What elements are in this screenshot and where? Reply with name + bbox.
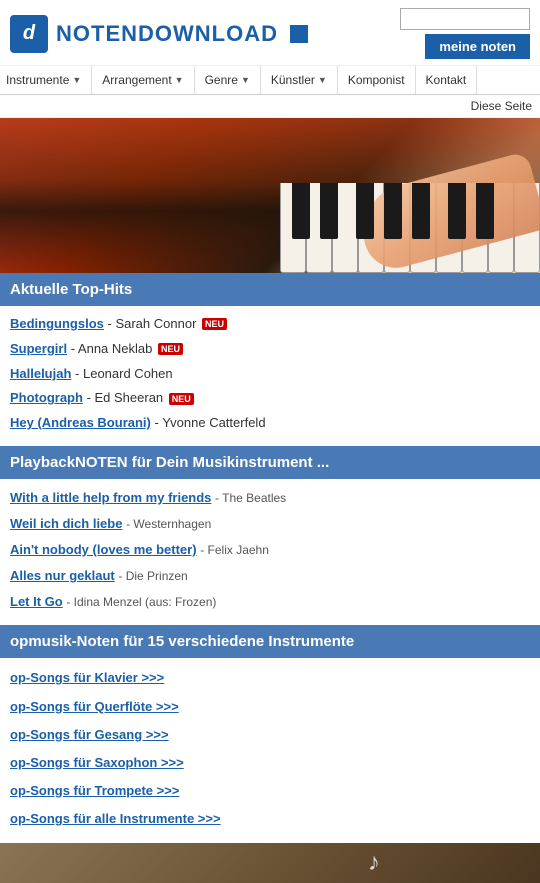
chevron-down-icon: ▼ — [72, 75, 81, 85]
chevron-down-icon: ▼ — [175, 75, 184, 85]
klavier-link[interactable]: op-Songs für Klavier >>> — [10, 670, 164, 685]
nav-label-komponist: Komponist — [348, 73, 405, 87]
neu-badge: NEU — [202, 318, 227, 330]
song-title-aint[interactable]: Ain't nobody (loves me better) — [10, 542, 197, 557]
list-item: op-Songs für Gesang >>> — [10, 721, 530, 749]
nav-item-kuenstler[interactable]: Künstler ▼ — [261, 66, 338, 94]
song-title-letitgo[interactable]: Let It Go — [10, 594, 63, 609]
playback-header: PlaybackNOTEN für Dein Musikinstrument .… — [0, 446, 540, 479]
piano-black-key — [476, 183, 494, 239]
song-title-hallelujah[interactable]: Hallelujah — [10, 366, 71, 381]
page-header: d NOTENDOWNLOAD meine noten — [0, 0, 540, 66]
song-title-photograph[interactable]: Photograph — [10, 390, 83, 405]
bottom-image-strip — [0, 843, 540, 883]
piano-black-key — [412, 183, 430, 239]
gesang-link[interactable]: op-Songs für Gesang >>> — [10, 727, 169, 742]
song-artist: - Yvonne Catterfeld — [155, 415, 266, 430]
list-item: op-Songs für alle Instrumente >>> — [10, 805, 530, 833]
nav-label-arrangement: Arrangement — [102, 73, 171, 87]
list-item: Hey (Andreas Bourani) - Yvonne Catterfel… — [10, 411, 530, 436]
nav-item-arrangement[interactable]: Arrangement ▼ — [92, 66, 194, 94]
chevron-down-icon: ▼ — [318, 75, 327, 85]
instruments-header: opmusik-Noten für 15 verschiedene Instru… — [0, 625, 540, 658]
song-title-bedingungslos[interactable]: Bedingungslos — [10, 316, 104, 331]
nav-item-komponist[interactable]: Komponist — [338, 66, 416, 94]
song-artist: - Sarah Connor — [108, 316, 201, 331]
nav-label-genre: Genre — [205, 73, 238, 87]
piano-black-key — [320, 183, 338, 239]
song-artist: - Leonard Cohen — [75, 366, 173, 381]
querflote-link[interactable]: op-Songs für Querflöte >>> — [10, 699, 179, 714]
list-item: With a little help from my friends - The… — [10, 485, 530, 511]
list-item: Photograph - Ed Sheeran NEU — [10, 386, 530, 411]
nav-label-kuenstler: Künstler — [271, 73, 315, 87]
nav-label-kontakt: Kontakt — [426, 73, 467, 87]
list-item: Weil ich dich liebe - Westernhagen — [10, 511, 530, 537]
instruments-content: op-Songs für Klavier >>> op-Songs für Qu… — [0, 658, 540, 843]
piano-black-key — [448, 183, 466, 239]
list-item: op-Songs für Saxophon >>> — [10, 749, 530, 777]
song-title-beatles[interactable]: With a little help from my friends — [10, 490, 211, 505]
neu-badge: NEU — [158, 343, 183, 355]
logo-area: d NOTENDOWNLOAD — [10, 15, 308, 53]
nav-item-instrumente[interactable]: Instrumente ▼ — [0, 66, 92, 94]
song-artist: - Ed Sheeran — [87, 390, 167, 405]
list-item: Let It Go - Idina Menzel (aus: Frozen) — [10, 589, 530, 615]
list-item: Supergirl - Anna Neklab NEU — [10, 337, 530, 362]
song-title-hey[interactable]: Hey (Andreas Bourani) — [10, 415, 151, 430]
meine-noten-button[interactable]: meine noten — [425, 34, 530, 59]
piano-black-key — [356, 183, 374, 239]
alle-instrumente-link[interactable]: op-Songs für alle Instrumente >>> — [10, 811, 221, 826]
top-hits-header: Aktuelle Top-Hits — [0, 273, 540, 306]
song-title-supergirl[interactable]: Supergirl — [10, 341, 67, 356]
neu-badge: NEU — [169, 393, 194, 405]
playback-content: With a little help from my friends - The… — [0, 479, 540, 625]
list-item: op-Songs für Trompete >>> — [10, 777, 530, 805]
saxophon-link[interactable]: op-Songs für Saxophon >>> — [10, 755, 184, 770]
diese-seite-bar: Diese Seite — [0, 95, 540, 118]
chevron-down-icon: ▼ — [241, 75, 250, 85]
nav-item-genre[interactable]: Genre ▼ — [195, 66, 261, 94]
song-artist: - Idina Menzel (aus: Frozen) — [66, 595, 216, 609]
diese-seite-text: Diese Seite — [471, 99, 532, 113]
list-item: Ain't nobody (loves me better) - Felix J… — [10, 537, 530, 563]
song-artist: - Felix Jaehn — [200, 543, 269, 557]
nav-item-kontakt[interactable]: Kontakt — [416, 66, 478, 94]
list-item: op-Songs für Querflöte >>> — [10, 693, 530, 721]
logo-square — [290, 25, 308, 43]
list-item: Alles nur geklaut - Die Prinzen — [10, 563, 530, 589]
trompete-link[interactable]: op-Songs für Trompete >>> — [10, 783, 179, 798]
hero-image — [0, 118, 540, 273]
nav-bar: Instrumente ▼ Arrangement ▼ Genre ▼ Küns… — [0, 66, 540, 95]
logo-icon: d — [10, 15, 48, 53]
list-item: Hallelujah - Leonard Cohen — [10, 362, 530, 387]
piano-black-key — [292, 183, 310, 239]
song-artist: - Die Prinzen — [118, 569, 187, 583]
piano-black-key — [384, 183, 402, 239]
song-title-weil[interactable]: Weil ich dich liebe — [10, 516, 122, 531]
song-artist: - The Beatles — [215, 491, 286, 505]
list-item: Bedingungslos - Sarah Connor NEU — [10, 312, 530, 337]
search-input[interactable] — [400, 8, 530, 30]
song-artist: - Anna Neklab — [71, 341, 156, 356]
header-right: meine noten — [400, 8, 530, 59]
logo-text: NOTENDOWNLOAD — [56, 21, 278, 47]
nav-label-instrumente: Instrumente — [6, 73, 69, 87]
list-item: op-Songs für Klavier >>> — [10, 664, 530, 692]
song-artist: - Westernhagen — [126, 517, 211, 531]
song-title-alles[interactable]: Alles nur geklaut — [10, 568, 115, 583]
top-hits-content: Bedingungslos - Sarah Connor NEU Supergi… — [0, 306, 540, 446]
